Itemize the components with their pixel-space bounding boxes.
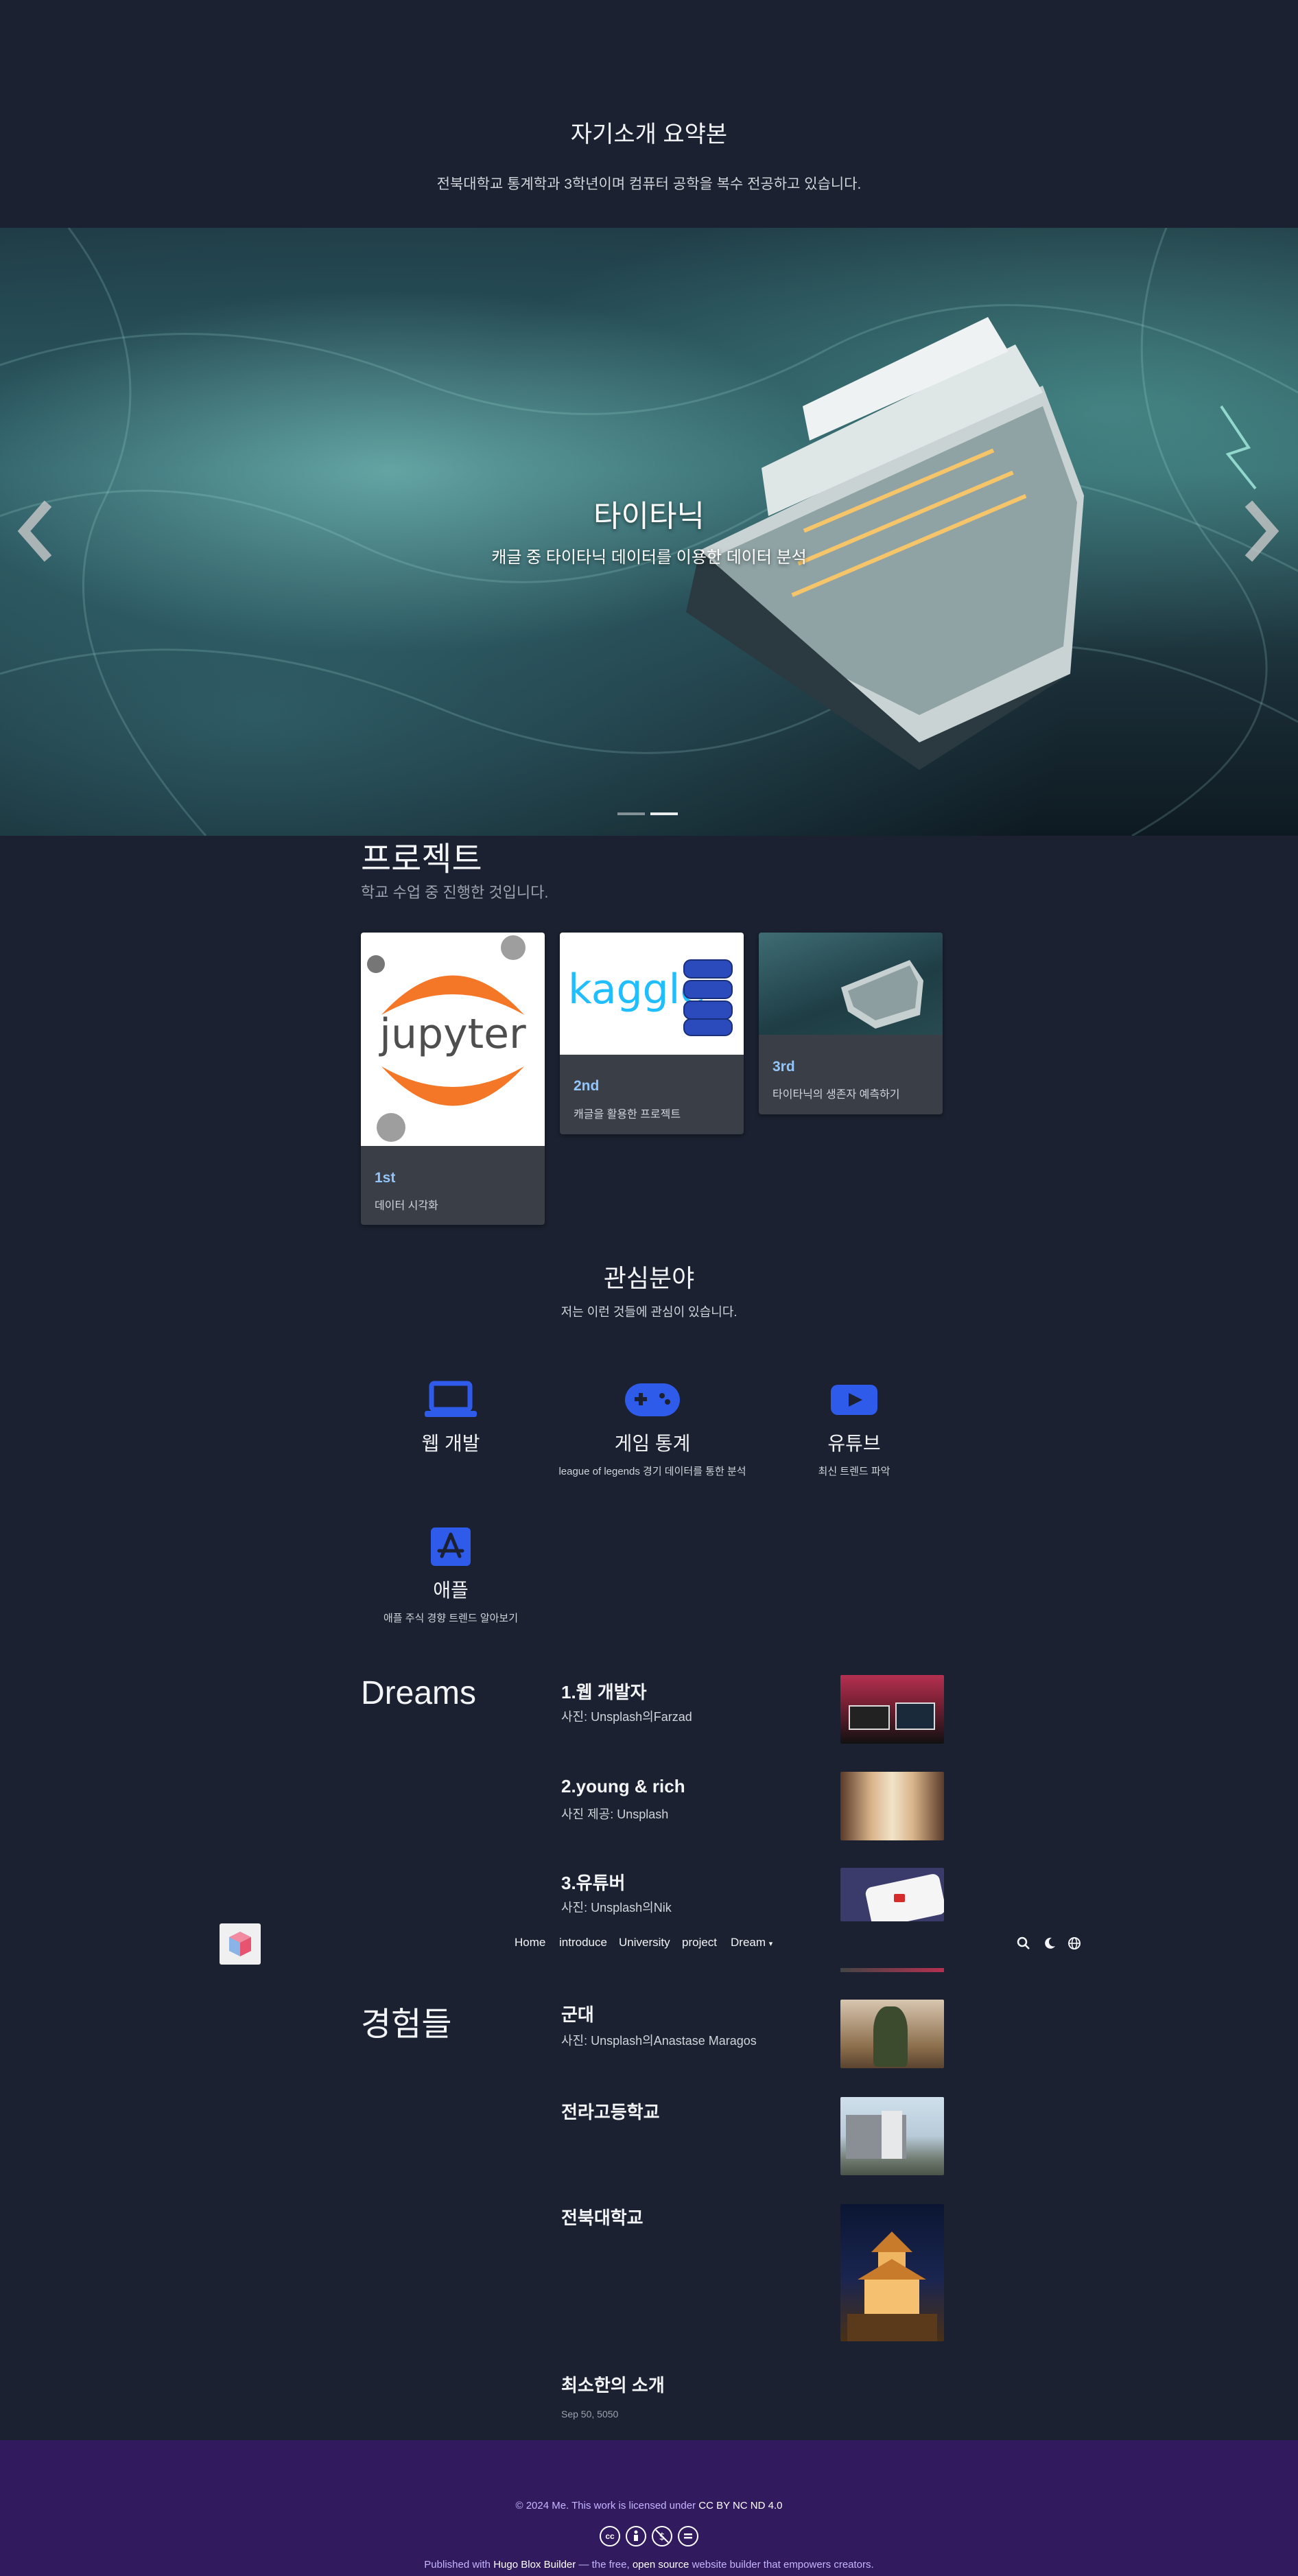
app-store-icon [431, 1527, 471, 1566]
interest-desc: 최신 트렌드 파악 [818, 1466, 890, 1477]
experience-image-high-school[interactable] [840, 2097, 944, 2175]
card-label: 2nd [574, 1078, 600, 1094]
globe-icon[interactable] [1067, 1936, 1081, 1950]
dream-caption: 사진 제공: Unsplash [561, 1807, 669, 1821]
experience-image-university[interactable] [840, 2204, 944, 2341]
dream-title[interactable]: 1.웹 개발자 [561, 1678, 647, 1704]
interest-name: 애플 [433, 1580, 469, 1601]
interest-name: 웹 개발 [421, 1433, 480, 1454]
logo-cube-icon [229, 1932, 251, 1956]
page-subtitle: 전북대학교 통계학과 3학년이며 컴퓨터 공학을 복수 전공하고 있습니다. [436, 176, 862, 192]
nav-link-home[interactable]: Home [515, 1936, 545, 1949]
gamepad-icon [625, 1383, 680, 1416]
caret-down-icon: ▾ [768, 1940, 773, 1948]
card-desc: 데이터 시각화 [375, 1200, 438, 1212]
experience-heading: 경험들 [361, 2006, 452, 2043]
footer-license: © 2024 Me. This work is licensed under C… [0, 2500, 1298, 2511]
experience-title[interactable]: 군대 [561, 2001, 594, 2026]
jupyter-logo: jupyter [361, 933, 545, 1146]
published-suffix: website builder that empowers creators. [692, 2559, 874, 2571]
project-card-1[interactable]: jupyter 1st 데이터 시각화 [361, 933, 545, 1225]
nav-dropdown-dream[interactable]: Dream ▾ [731, 1936, 772, 1949]
kaggle-logo: kaggle [560, 933, 744, 1055]
license-text: © 2024 Me. This work is licensed under [515, 2500, 696, 2511]
dream-caption: 사진: Unsplash의Farzad [561, 1710, 692, 1724]
hero-carousel[interactable]: 타이타닉 캐글 중 타이타닉 데이터를 이용한 데이터 분석 [0, 228, 1298, 836]
carousel-prev-button[interactable] [14, 497, 62, 565]
dream-image-web-developer[interactable] [840, 1675, 944, 1744]
experience-caption: 사진: Unsplash의Anastase Maragos [561, 2034, 757, 2048]
nav-link-dream: Dream [731, 1936, 766, 1949]
published-prefix: Published with [424, 2559, 491, 2571]
card-desc: 캐글을 활용한 프로젝트 [574, 1109, 681, 1121]
experience-title[interactable]: 전라고등학교 [561, 2098, 660, 2124]
project-card-3[interactable]: 3rd 타이타닉의 생존자 예측하기 [759, 933, 943, 1114]
dream-title[interactable]: 2.young & rich [561, 1776, 685, 1797]
cc-nd-icon [678, 2526, 698, 2546]
published-mid: — the free, [578, 2559, 630, 2571]
projects-subtitle: 학교 수업 중 진행한 것입니다. [361, 884, 549, 901]
nav-link-university[interactable]: University [619, 1936, 670, 1949]
dream-caption: 사진: Unsplash의Nik [561, 1901, 672, 1915]
laptop-icon [425, 1381, 477, 1417]
footer-published: Published with Hugo Blox Builder — the f… [0, 2559, 1298, 2571]
carousel-indicator-active[interactable] [650, 812, 678, 815]
cc-icon: cc [600, 2526, 620, 2546]
interest-game-stats: 게임 통계 league of legends 경기 데이터를 통한 분석 [553, 1379, 752, 1481]
experience-image-military[interactable] [840, 2000, 944, 2068]
interests-subtitle: 저는 이런 것들에 관심이 있습니다. [560, 1305, 738, 1319]
dream-image-youtuber[interactable] [840, 1868, 944, 1921]
card-label: 3rd [772, 1059, 795, 1075]
chevron-left-icon [17, 500, 52, 562]
cc-nc-icon: $ [652, 2526, 672, 2546]
search-icon[interactable] [1017, 1936, 1030, 1950]
youtube-icon [831, 1385, 877, 1415]
titanic-ship-image [759, 933, 943, 1035]
carousel-next-button[interactable] [1235, 497, 1283, 565]
projects-heading: 프로젝트 [361, 841, 482, 878]
site-logo[interactable] [220, 1923, 261, 1965]
database-icon [683, 959, 733, 1036]
interest-youtube: 유튜브 최신 트렌드 파악 [755, 1379, 954, 1481]
page-title: 자기소개 요약본 [570, 121, 728, 148]
interests-heading: 관심분야 [603, 1264, 695, 1292]
interest-name: 유튜브 [827, 1433, 881, 1454]
experience-title[interactable]: 전북대학교 [561, 2204, 644, 2229]
nav-link-project[interactable]: project [682, 1936, 717, 1949]
license-link[interactable]: CC BY NC ND 4.0 [698, 2500, 782, 2511]
interest-name: 게임 통계 [614, 1433, 691, 1454]
chevron-right-icon [1244, 500, 1279, 562]
interest-desc: 애플 주식 경향 트렌드 알아보기 [383, 1613, 519, 1624]
project-card-2[interactable]: kaggle 2nd 캐글을 활용한 프로젝트 [560, 933, 744, 1134]
dream-image-youtuber-edge [840, 1968, 944, 1972]
svg-text:jupyter: jupyter [378, 1010, 526, 1058]
carousel-subtitle: 캐글 중 타이타닉 데이터를 이용한 데이터 분석 [491, 548, 807, 567]
nav-link-introduce[interactable]: introduce [559, 1936, 607, 1949]
dreams-heading: Dreams [361, 1675, 477, 1711]
carousel-title: 타이타닉 [593, 500, 705, 533]
interest-apple: 애플 애플 주식 경향 트렌드 알아보기 [351, 1526, 550, 1628]
experience-title[interactable]: 최소한의 소개 [561, 2372, 665, 2397]
interest-desc: league of legends 경기 데이터를 통한 분석 [558, 1466, 746, 1477]
hugo-blox-link[interactable]: Hugo Blox Builder [493, 2559, 576, 2571]
dream-image-young-rich[interactable] [840, 1772, 944, 1840]
card-desc: 타이타닉의 생존자 예측하기 [772, 1089, 900, 1101]
moon-icon[interactable] [1043, 1936, 1057, 1950]
carousel-indicator[interactable] [617, 812, 645, 815]
dream-title[interactable]: 3.유튜버 [561, 1869, 625, 1895]
card-label: 1st [375, 1170, 396, 1186]
post-date: Sep 50, 5050 [561, 2409, 619, 2420]
interest-web-dev: 웹 개발 [351, 1379, 550, 1456]
open-source-link[interactable]: open source [633, 2559, 689, 2571]
cc-by-icon [626, 2526, 646, 2546]
